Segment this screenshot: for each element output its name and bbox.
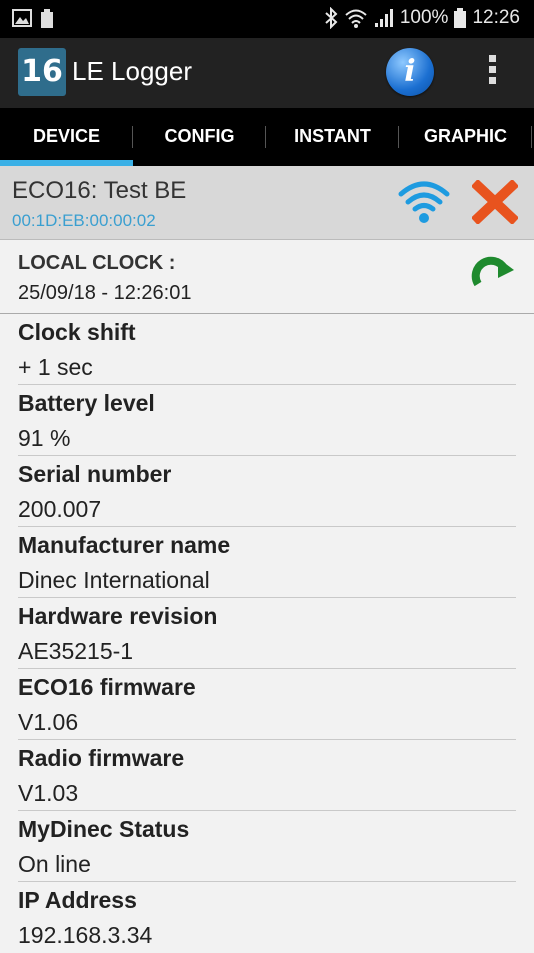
- property-value: AE35215-1: [18, 638, 134, 664]
- property-value: V1.03: [18, 780, 79, 806]
- property-label: Hardware revision: [18, 603, 218, 629]
- status-time: 12:26: [472, 7, 520, 28]
- device-mac-address: 00:1D:EB:00:00:02: [12, 211, 156, 230]
- tab-config[interactable]: CONFIG: [133, 108, 266, 166]
- refresh-icon[interactable]: [470, 256, 516, 296]
- tab-graphic[interactable]: GRAPHIC: [399, 108, 532, 166]
- battery-saver-icon: [41, 9, 53, 28]
- device-header: ECO16: Test BE 00:1D:EB:00:00:02: [0, 166, 534, 240]
- property-value: 91 %: [18, 425, 71, 451]
- app-title: LE Logger: [72, 56, 192, 86]
- property-label: Clock shift: [18, 319, 136, 345]
- list-item: ECO16 firmware V1.06: [18, 669, 516, 740]
- device-properties-list: Clock shift + 1 sec Battery level 91 % S…: [0, 314, 534, 953]
- property-value: 192.168.3.34: [18, 922, 153, 948]
- info-button[interactable]: i: [386, 48, 434, 96]
- bluetooth-icon: [325, 7, 338, 29]
- list-item: Manufacturer name Dinec International: [18, 527, 516, 598]
- tab-bar: DEVICE CONFIG INSTANT GRAPHIC: [0, 108, 534, 166]
- disconnect-close-icon[interactable]: [472, 180, 518, 224]
- device-name: ECO16: Test BE: [12, 177, 187, 204]
- local-clock-value: 25/09/18 - 12:26:01: [18, 282, 192, 304]
- cell-signal-icon: [374, 9, 393, 27]
- battery-percent: 100%: [399, 7, 449, 28]
- list-item: Serial number 200.007: [18, 456, 516, 527]
- app-bar: 16 LE Logger i: [0, 38, 534, 108]
- list-item: Battery level 91 %: [18, 385, 516, 456]
- overflow-menu-icon[interactable]: [478, 52, 506, 92]
- battery-icon: [454, 8, 467, 28]
- property-label: Manufacturer name: [18, 532, 231, 558]
- list-item: Radio firmware V1.03: [18, 740, 516, 811]
- local-clock-section: LOCAL CLOCK : 25/09/18 - 12:26:01: [0, 240, 534, 314]
- app-logo: 16: [18, 48, 66, 96]
- property-value: V1.06: [18, 709, 79, 735]
- property-label: ECO16 firmware: [18, 674, 196, 700]
- property-label: MyDinec Status: [18, 816, 190, 842]
- property-label: Serial number: [18, 461, 172, 487]
- property-value: 200.007: [18, 496, 102, 522]
- list-item: Hardware revision AE35215-1: [18, 598, 516, 669]
- property-value: Dinec International: [18, 567, 210, 593]
- list-item: Clock shift + 1 sec: [18, 314, 516, 385]
- tab-instant[interactable]: INSTANT: [266, 108, 399, 166]
- property-label: Radio firmware: [18, 745, 185, 771]
- wifi-signal-icon: [345, 9, 367, 28]
- status-bar: 100% 12:26: [0, 0, 534, 38]
- property-label: Battery level: [18, 390, 155, 416]
- local-clock-label: LOCAL CLOCK :: [18, 252, 176, 274]
- tab-device[interactable]: DEVICE: [0, 108, 133, 166]
- gallery-icon: [12, 9, 32, 27]
- property-value: + 1 sec: [18, 354, 93, 380]
- wifi-icon[interactable]: [398, 178, 450, 224]
- property-label: IP Address: [18, 887, 137, 913]
- property-value: On line: [18, 851, 91, 877]
- list-item: IP Address 192.168.3.34: [18, 882, 516, 953]
- list-item: MyDinec Status On line: [18, 811, 516, 882]
